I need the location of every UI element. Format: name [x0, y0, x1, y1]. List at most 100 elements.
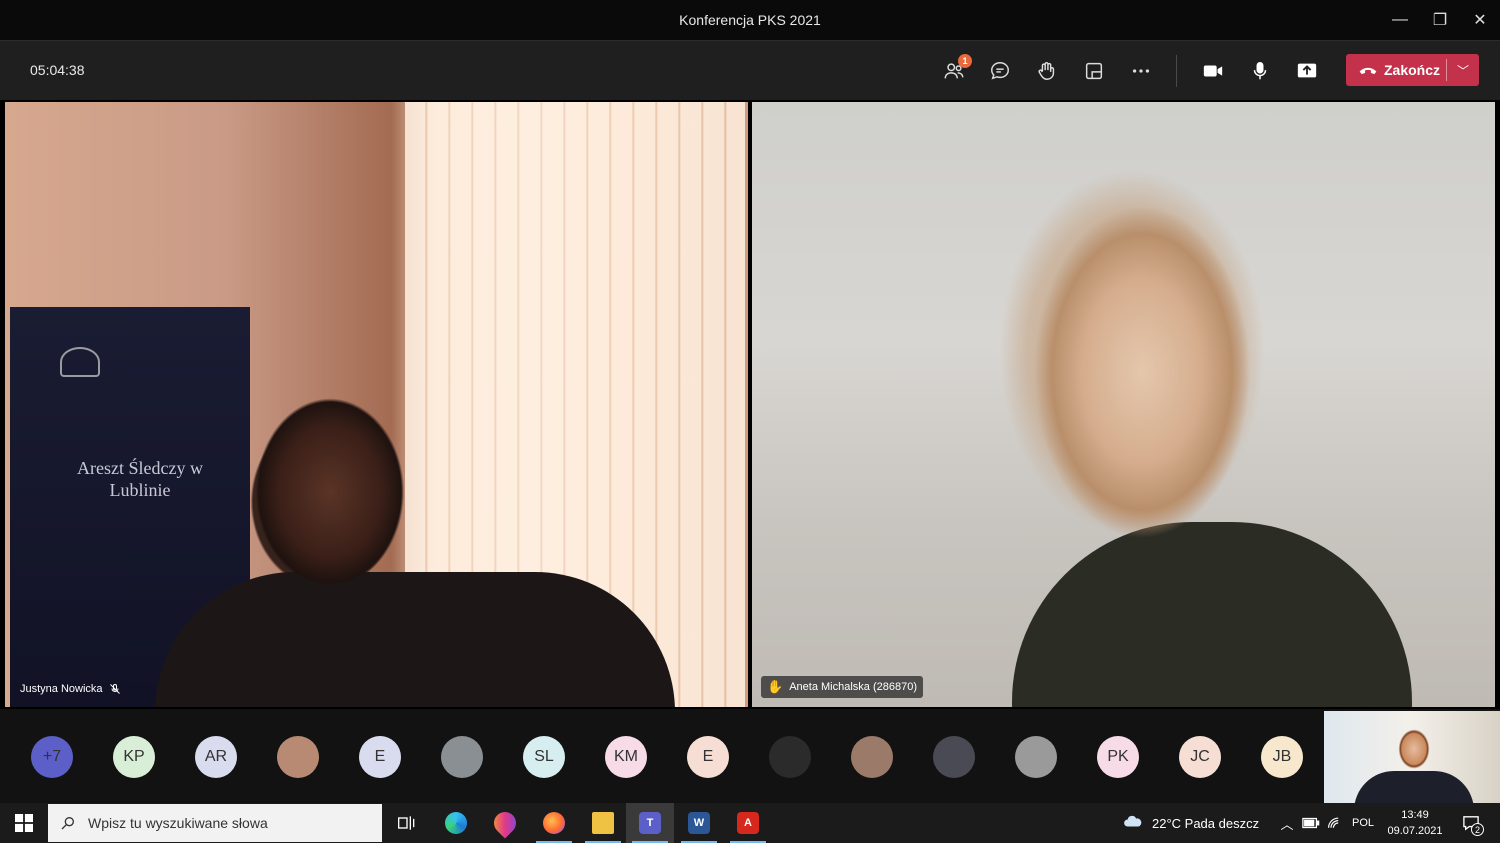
word-icon: W	[688, 812, 710, 834]
window-title: Konferencja PKS 2021	[679, 12, 821, 28]
participant-strip: +7 KP AR E SL KM E PK JC JB	[0, 709, 1500, 803]
self-view-preview[interactable]	[1324, 711, 1500, 803]
chevron-down-icon: ﹀	[1456, 63, 1469, 78]
participant-avatar[interactable]: JC	[1179, 736, 1221, 778]
share-screen-button[interactable]	[1291, 55, 1323, 87]
raise-hand-icon	[1038, 62, 1055, 80]
participant-avatar[interactable]: KP	[113, 736, 155, 778]
network-button[interactable]	[1327, 803, 1343, 843]
avatar-initials: E	[702, 748, 714, 765]
taskbar-app-word[interactable]: W	[675, 803, 723, 843]
participant-avatar[interactable]: JB	[1261, 736, 1303, 778]
end-call-button[interactable]: Zakończ ﹀	[1346, 54, 1479, 86]
taskbar-search[interactable]: Wpisz tu wyszukiwane słowa	[48, 804, 382, 842]
participant-photo-avatar[interactable]	[277, 736, 319, 778]
participant-photo-avatar[interactable]	[1015, 736, 1057, 778]
wifi-icon	[1328, 817, 1339, 828]
folder-icon	[592, 812, 614, 834]
banner-text: Areszt Śledczy w Lublinie	[77, 458, 203, 500]
participant-avatar[interactable]: SL	[523, 736, 565, 778]
windows-taskbar: Wpisz tu wyszukiwane słowa T W A 22°C Pa…	[0, 803, 1500, 843]
meeting-toolbar: 05:04:38 1 Zakończ ﹀	[0, 40, 1500, 100]
breakout-rooms-button[interactable]	[1078, 55, 1110, 87]
more-options-button[interactable]	[1125, 55, 1157, 87]
language-indicator[interactable]: POL	[1352, 803, 1374, 843]
microphone-button[interactable]	[1244, 55, 1276, 87]
end-call-label: Zakończ	[1384, 62, 1441, 78]
clock-time: 13:49	[1401, 809, 1429, 821]
clock-date: 09.07.2021	[1387, 825, 1443, 837]
cloud-rain-icon	[1124, 815, 1142, 827]
share-icon	[1297, 63, 1317, 78]
meeting-timer: 05:04:38	[30, 62, 85, 78]
participants-badge: 1	[958, 54, 972, 68]
search-icon	[61, 817, 74, 830]
start-button[interactable]	[0, 803, 48, 843]
camera-button[interactable]	[1197, 55, 1229, 87]
raised-hand-icon: ✋	[767, 679, 784, 694]
avatar-initials: PK	[1107, 748, 1129, 765]
more-participants-avatar[interactable]: +7	[31, 736, 73, 778]
participant-avatar[interactable]: KM	[605, 736, 647, 778]
service-logo-icon	[60, 347, 100, 377]
participant-photo-avatar[interactable]	[769, 736, 811, 778]
firefox-icon	[543, 812, 565, 834]
participant-avatar[interactable]: E	[359, 736, 401, 778]
notifications-button[interactable]: 2	[1458, 803, 1484, 843]
more-icon	[1132, 69, 1150, 73]
avatar-initials: JB	[1272, 748, 1292, 765]
participant-avatar[interactable]: E	[687, 736, 729, 778]
avatar-initials: SL	[534, 748, 554, 765]
close-button[interactable]: ✕	[1460, 0, 1500, 40]
video-tile-left[interactable]: Areszt Śledczy w Lublinie Justyna Nowick…	[5, 102, 748, 707]
participant-face	[220, 352, 450, 707]
battery-button[interactable]	[1302, 803, 1320, 843]
paint-drop-icon	[489, 807, 521, 839]
end-call-main[interactable]: Zakończ	[1346, 54, 1446, 86]
chat-button[interactable]	[984, 55, 1016, 87]
battery-icon	[1302, 817, 1320, 829]
chat-icon	[991, 62, 1009, 80]
participants-button[interactable]: 1	[938, 54, 972, 87]
search-placeholder: Wpisz tu wyszukiwane słowa	[88, 815, 268, 831]
camera-icon	[1203, 65, 1223, 77]
rooms-icon	[1085, 62, 1103, 80]
weather-text: 22°C Pada deszcz	[1152, 815, 1260, 831]
mic-icon	[1253, 62, 1267, 80]
avatar-initials: +7	[42, 748, 62, 765]
taskbar-app-file-explorer[interactable]	[579, 803, 627, 843]
weather-widget[interactable]: 22°C Pada deszcz	[1122, 803, 1259, 843]
participant-photo-avatar[interactable]	[933, 736, 975, 778]
minimize-button[interactable]: —	[1380, 0, 1420, 40]
task-view-button[interactable]	[383, 803, 431, 843]
phone-hangup-icon	[1359, 67, 1377, 75]
teams-icon: T	[639, 812, 661, 834]
chevron-up-icon: ︿	[1280, 816, 1294, 832]
avatar-initials: KM	[614, 748, 638, 765]
taskbar-clock[interactable]: 13:49 09.07.2021	[1380, 807, 1450, 839]
show-hidden-icons-button[interactable]: ︿	[1279, 803, 1295, 843]
taskbar-app-edge[interactable]	[432, 803, 480, 843]
end-call-options-button[interactable]: ﹀	[1447, 62, 1479, 79]
avatar-initials: E	[374, 748, 386, 765]
toolbar-divider	[1176, 55, 1177, 87]
notification-count: 2	[1471, 823, 1484, 836]
participant-photo-avatar[interactable]	[441, 736, 483, 778]
participant-face	[952, 112, 1332, 707]
task-view-icon	[398, 816, 415, 830]
video-tile-right[interactable]: ✋ Aneta Michalska (286870)	[752, 102, 1495, 707]
participant-photo-avatar[interactable]	[851, 736, 893, 778]
restore-button[interactable]: ❐	[1420, 0, 1460, 40]
taskbar-app-firefox[interactable]	[530, 803, 578, 843]
participant-avatar[interactable]: AR	[195, 736, 237, 778]
mic-muted-icon	[109, 684, 120, 694]
participant-name-label: ✋ Aneta Michalska (286870)	[761, 676, 923, 698]
windows-logo-icon	[15, 814, 33, 832]
taskbar-app-acrobat[interactable]: A	[724, 803, 772, 843]
taskbar-app-teams[interactable]: T	[626, 803, 674, 843]
raise-hand-button[interactable]	[1031, 55, 1063, 87]
acrobat-icon: A	[737, 812, 759, 834]
taskbar-app-paint[interactable]	[481, 803, 529, 843]
avatar-initials: JC	[1190, 748, 1210, 765]
participant-avatar[interactable]: PK	[1097, 736, 1139, 778]
